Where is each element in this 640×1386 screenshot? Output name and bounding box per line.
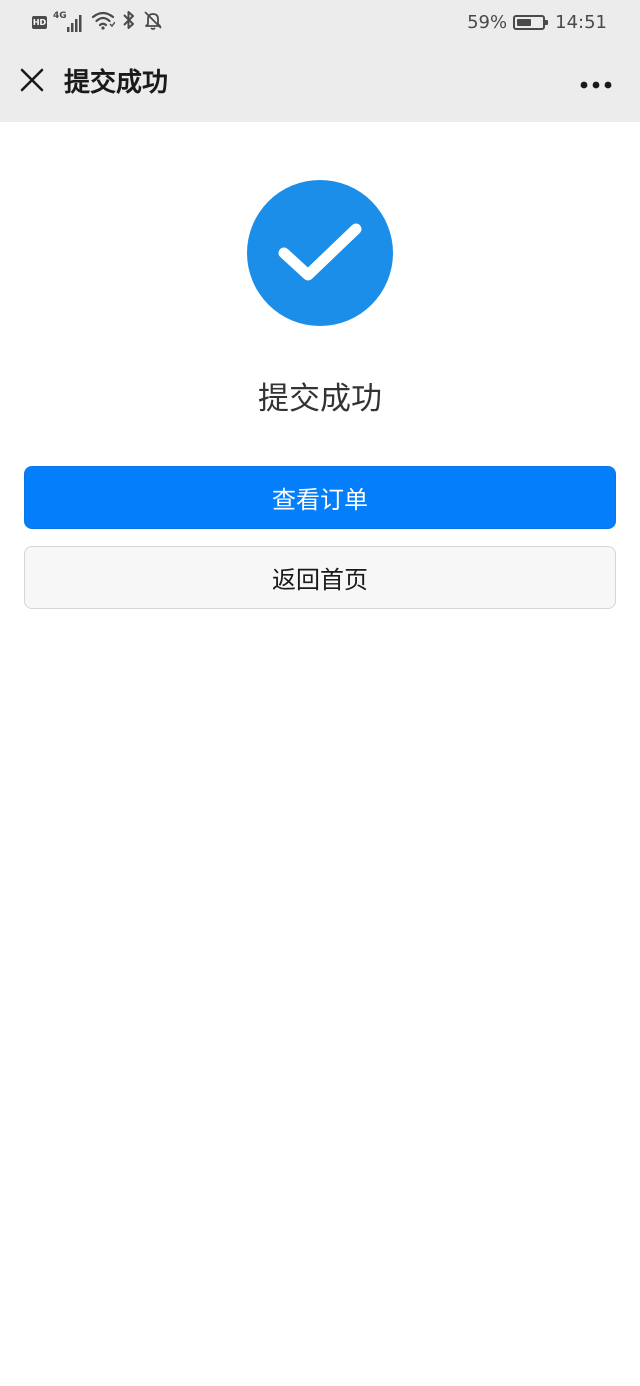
view-order-label: 查看订单 [272,486,368,514]
page-title: 提交成功 [64,68,169,98]
battery-fill [517,18,532,26]
signal-icon: 4G [53,11,85,33]
battery-icon [513,14,549,30]
success-message: 提交成功 [258,381,382,417]
more-icon [580,74,612,93]
close-button[interactable] [14,64,50,100]
screen: HD 4G 59% 14:51 提交成功 提交成功 查看订单 返回首页 [0,0,640,1386]
view-order-button[interactable]: 查看订单 [24,466,616,529]
hd-icon: HD [32,15,47,29]
status-bar: HD 4G 59% 14:51 [0,0,640,44]
back-home-label: 返回首页 [272,566,368,594]
back-home-button[interactable]: 返回首页 [24,546,616,609]
battery-percent: 59% [467,11,508,33]
title-bar: 提交成功 [0,44,640,122]
status-right: 59% 14:51 [467,10,607,34]
check-circle-icon [247,180,393,326]
checkmark-icon [278,223,362,281]
bluetooth-icon [121,10,137,34]
close-icon [19,67,45,97]
status-left-icons: HD 4G [32,10,163,34]
more-button[interactable] [576,66,616,100]
mute-bell-icon [143,10,163,34]
status-time: 14:51 [555,11,607,33]
wifi-icon [91,10,116,34]
